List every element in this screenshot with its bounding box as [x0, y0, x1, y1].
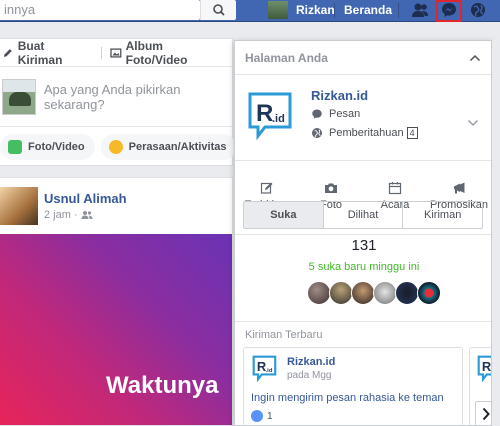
post-image[interactable]: Waktunya	[0, 234, 232, 425]
page-messages[interactable]: Pesan	[311, 108, 360, 120]
composer-actions: Foto/Video Perasaan/Aktivitas	[0, 127, 237, 160]
recent-posts-title: Kiriman Terbaru	[245, 329, 323, 341]
svg-text:R: R	[482, 359, 492, 374]
post-author[interactable]: Usnul Alimah	[44, 191, 127, 206]
page-messages-label: Pesan	[329, 108, 361, 120]
divider	[398, 3, 399, 18]
create-post-label: Buat Kiriman	[17, 38, 63, 67]
recent-likers	[307, 281, 441, 305]
tab-likes[interactable]: Suka	[244, 202, 324, 228]
search-input[interactable]: innya	[0, 0, 200, 20]
avatar	[268, 1, 288, 19]
camera-icon	[325, 183, 337, 193]
friends-icon	[412, 3, 428, 17]
avatar[interactable]	[0, 187, 38, 225]
composer-placeholder[interactable]: Apa yang Anda pikirkan sekarang?	[44, 82, 232, 112]
globe-icon	[312, 128, 322, 138]
likes-count: 131	[351, 237, 377, 254]
chevron-right-icon	[482, 407, 490, 421]
like-icon	[251, 410, 263, 422]
page-name[interactable]: Rizkan.id	[311, 88, 368, 103]
new-likes-text: 5 suka baru minggu ini	[308, 261, 420, 273]
page-notifications-label: Pemberitahuan	[329, 127, 404, 139]
messages-button[interactable]	[437, 0, 461, 20]
svg-text:.id: .id	[272, 113, 285, 125]
post-image-caption: Waktunya	[106, 372, 219, 399]
your-pages-panel: Halaman Anda R .id Rizkan.id Pesan Pembe…	[234, 40, 492, 426]
composer-tabs: Buat Kiriman Album Foto/Video	[0, 39, 232, 67]
friends-privacy-icon	[81, 211, 93, 219]
composer-input-row[interactable]: Apa yang Anda pikirkan sekarang?	[0, 67, 232, 127]
home-link[interactable]: Beranda	[344, 3, 392, 17]
post-author-block: Usnul Alimah 2 jam ·	[44, 191, 127, 221]
post-composer: Buat Kiriman Album Foto/Video Apa yang A…	[0, 38, 237, 166]
tab-views[interactable]: Dilihat	[324, 202, 404, 228]
divider	[100, 46, 102, 59]
create-post-tab[interactable]: Buat Kiriman	[0, 39, 97, 67]
card-post-text[interactable]: Ingin mengirim pesan rahasia ke teman	[251, 392, 444, 404]
right-gutter	[492, 40, 500, 426]
page-logo: R .id	[252, 355, 277, 382]
avatar[interactable]	[373, 281, 397, 305]
avatar[interactable]	[307, 281, 331, 305]
card-time: pada Mgg	[287, 370, 332, 381]
avatar[interactable]	[351, 281, 375, 305]
insights-tabs: Suka Dilihat Kiriman	[243, 201, 483, 229]
avatar[interactable]	[417, 281, 441, 305]
chevron-up-icon[interactable]	[469, 54, 481, 62]
photo-video-label: Foto/Video	[28, 141, 85, 153]
search-button[interactable]	[200, 0, 236, 20]
profile-link[interactable]: Rizkan	[268, 0, 335, 20]
feeling-activity-label: Perasaan/Aktivitas	[128, 141, 227, 153]
friend-requests-button[interactable]	[408, 0, 432, 20]
profile-name: Rizkan	[296, 3, 335, 17]
messenger-icon	[442, 3, 456, 17]
photo-album-label: Album Foto/Video	[125, 38, 188, 67]
post-header: Usnul Alimah 2 jam ·	[0, 178, 232, 234]
photo-video-button[interactable]: Foto/Video	[0, 134, 95, 160]
calendar-icon	[388, 182, 402, 195]
page-logo: R	[477, 355, 492, 382]
page-summary: R .id Rizkan.id Pesan Pemberitahuan 4	[235, 75, 491, 161]
panel-header: Halaman Anda	[235, 41, 491, 75]
page-logo[interactable]: R .id	[245, 89, 297, 141]
recent-post-card[interactable]: R .id Rizkan.id pada Mgg Ingin mengirim …	[243, 347, 463, 425]
avatar[interactable]	[329, 281, 353, 305]
top-navigation-bar: innya Rizkan Beranda	[0, 0, 500, 22]
feeling-activity-button[interactable]: Perasaan/Aktivitas	[100, 134, 237, 160]
notification-count-badge: 4	[406, 127, 418, 139]
photo-album-tab[interactable]: Album Foto/Video	[108, 39, 232, 67]
notifications-button[interactable]	[466, 0, 490, 20]
card-likes: 1	[251, 410, 273, 422]
tab-posts[interactable]: Kiriman	[403, 202, 482, 228]
next-post-button[interactable]	[475, 401, 491, 425]
album-icon	[110, 47, 122, 58]
photo-icon	[8, 140, 22, 154]
divider	[235, 321, 491, 322]
panel-title: Halaman Anda	[245, 50, 328, 65]
megaphone-icon	[454, 182, 465, 194]
avatar	[2, 78, 36, 115]
feed-post: Usnul Alimah 2 jam · Waktunya	[0, 177, 233, 426]
page-notifications[interactable]: Pemberitahuan 4	[311, 127, 418, 139]
divider	[334, 3, 335, 18]
post-time[interactable]: 2 jam ·	[44, 209, 78, 221]
chat-bubble-icon	[312, 109, 322, 119]
svg-text:R: R	[256, 100, 273, 127]
card-likes-count: 1	[267, 410, 273, 422]
search-icon	[213, 4, 225, 16]
chevron-down-icon[interactable]	[467, 119, 479, 127]
smiley-icon	[108, 140, 123, 154]
card-page-name[interactable]: Rizkan.id	[287, 356, 335, 368]
svg-text:.id: .id	[266, 368, 273, 374]
avatar[interactable]	[395, 281, 419, 305]
edit-icon	[260, 182, 273, 194]
globe-icon	[471, 3, 485, 17]
post-meta: 2 jam ·	[44, 209, 127, 221]
pencil-icon	[3, 48, 12, 57]
